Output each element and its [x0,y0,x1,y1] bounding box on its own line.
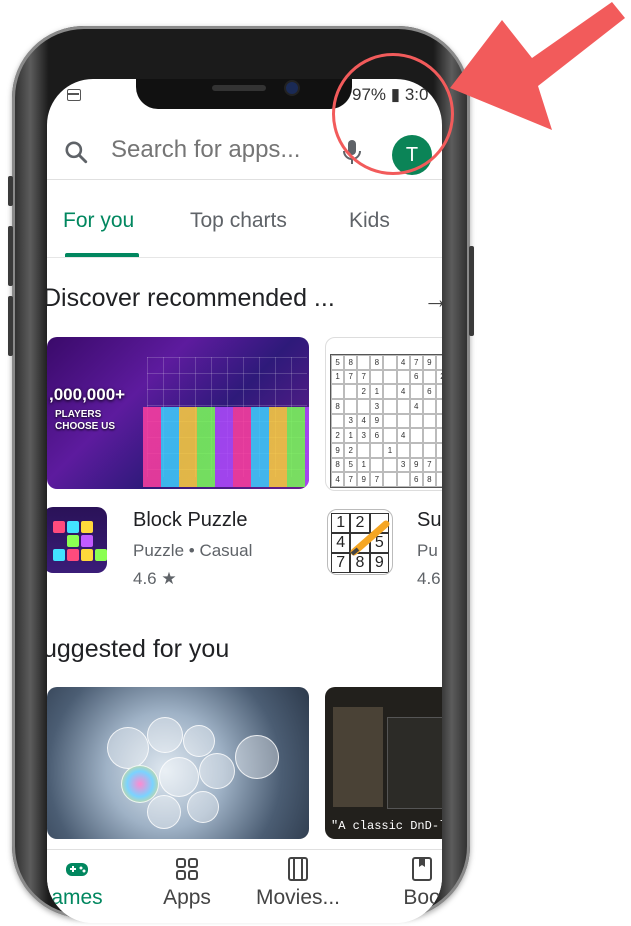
banner-caption: "A classic DnD-like [331,819,442,833]
bottom-navigation: ames Apps Movies... Boo [47,849,442,923]
bubble-game-banner[interactable] [47,687,309,839]
app-name-block-puzzle[interactable]: Block Puzzle [133,509,248,532]
app-rating-block-puzzle: 4.6 ★ [133,569,177,589]
notch [136,79,352,109]
banner-count: ,000,000+ [49,385,126,404]
block-puzzle-app-icon[interactable] [47,507,107,573]
speaker [212,85,266,91]
silent-switch [8,176,13,206]
app-rating-sudoku: 4.6 [417,569,441,588]
tab-bar: For you Top charts Kids [47,179,442,258]
sudoku-banner[interactable]: 588479 17762 2146 834 349 21364 921 8513… [325,337,442,491]
nav-movies[interactable]: Movies... [243,856,353,910]
app-category-sudoku: Pu [417,541,438,560]
banner-line1: PLAYERS [55,409,102,420]
tab-top-charts[interactable]: Top charts [190,209,287,233]
bubble [107,727,149,769]
power-button [469,246,474,336]
app-name-sudoku[interactable]: Su [417,509,441,532]
sudoku-grid: 588479 17762 2146 834 349 21364 921 8513… [330,354,442,488]
nav-label-games: ames [51,886,103,909]
tab-kids[interactable]: Kids [349,209,390,233]
banner-line2: CHOOSE US [55,421,116,432]
volume-up-button [8,226,13,286]
bubble [199,753,235,789]
banner-blocks [143,407,309,487]
bubble [147,717,183,753]
sudoku-app-icon[interactable]: 1 2 4 5 7 8 9 [327,509,393,575]
nav-apps[interactable]: Apps [147,856,227,910]
nav-label-apps: Apps [163,886,211,909]
gamepad-icon [66,863,88,876]
dnd-game-banner[interactable]: "A classic DnD-like [325,687,442,839]
app-category-block-puzzle: Puzzle • Casual [133,541,252,561]
phone-screen: 97% ▮ 3:0 Search for apps... T For you T… [47,79,442,923]
bubble [183,725,215,757]
film-icon [288,857,308,881]
block-puzzle-banner[interactable]: ,000,000+ PLAYERS CHOOSE US [47,337,309,489]
annotation-arrow-icon [450,2,625,130]
app-subcategory: Casual [199,541,253,560]
banner-menu [387,717,442,809]
tab-for-you[interactable]: For you [63,209,134,233]
volume-down-button [8,296,13,356]
pencil-icon [350,520,390,556]
search-icon [65,141,88,164]
notification-icon [67,89,81,101]
front-camera [286,82,298,94]
banner-scene [333,707,383,807]
bullet-separator: • [188,541,200,560]
bubble [235,735,279,779]
nav-label-movies: Movies... [255,886,341,909]
book-icon [412,857,432,881]
apps-grid-icon [176,858,198,880]
bubble [147,795,181,829]
highlight-circle [332,53,454,175]
section-title-recommended: Discover recommended ... [47,284,335,312]
bubble [159,757,199,797]
section-title-suggested: uggested for you [47,635,230,663]
rating-value: 4.6 [133,569,157,588]
nav-label-books: Boo [403,886,441,909]
arrow-right-icon[interactable]: → [423,284,442,315]
bubble [187,791,219,823]
star-icon: ★ [156,569,177,588]
search-placeholder[interactable]: Search for apps... [111,136,300,164]
nav-games[interactable]: ames [47,856,117,910]
tab-indicator [65,253,139,257]
nav-books[interactable]: Boo [387,856,442,910]
app-category: Puzzle [133,541,185,560]
